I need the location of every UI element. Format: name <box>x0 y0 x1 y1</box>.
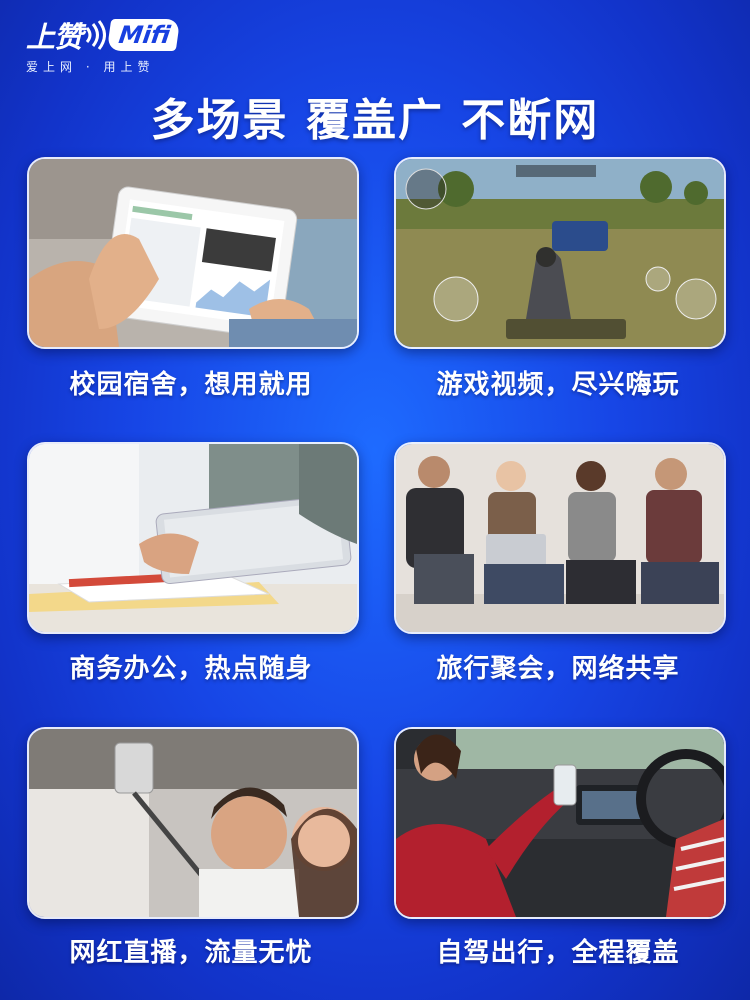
person-holding-tablet-photo <box>29 159 357 347</box>
scene-image-office <box>27 442 359 634</box>
brand-slogan: 爱上网 · 用上赞 <box>26 60 155 74</box>
scene-caption-travel: 旅行聚会，网络共享 <box>436 654 680 684</box>
brand-name-en: Mifi <box>106 19 181 51</box>
scene-caption-campus: 校园宿舍，想用就用 <box>69 370 313 400</box>
signal-waves-icon <box>85 20 107 50</box>
scene-caption-roadtrip: 自驾出行，全程覆盖 <box>436 938 680 968</box>
mobile-game-screenshot <box>396 159 724 347</box>
scene-caption-office: 商务办公，热点随身 <box>69 654 313 684</box>
scene-image-roadtrip <box>394 727 726 919</box>
brand-logo: 上赞 Mifi 爱上网 · 用上赞 <box>26 14 201 74</box>
scene-image-gaming <box>394 157 726 349</box>
page-headline: 多场景 覆盖广 不断网 <box>150 95 600 146</box>
scene-caption-gaming: 游戏视频，尽兴嗨玩 <box>436 370 680 400</box>
office-tablet-desk-photo <box>29 444 357 632</box>
car-driver-phone-photo <box>396 729 724 917</box>
scene-image-livestream <box>27 727 359 919</box>
scene-caption-livestream: 网红直播，流量无忧 <box>69 938 313 968</box>
friends-group-laptop-photo <box>396 444 724 632</box>
scene-image-travel <box>394 442 726 634</box>
couple-selfie-stick-photo <box>29 729 357 917</box>
brand-name-cn: 上赞 <box>26 20 83 54</box>
scene-image-campus <box>27 157 359 349</box>
